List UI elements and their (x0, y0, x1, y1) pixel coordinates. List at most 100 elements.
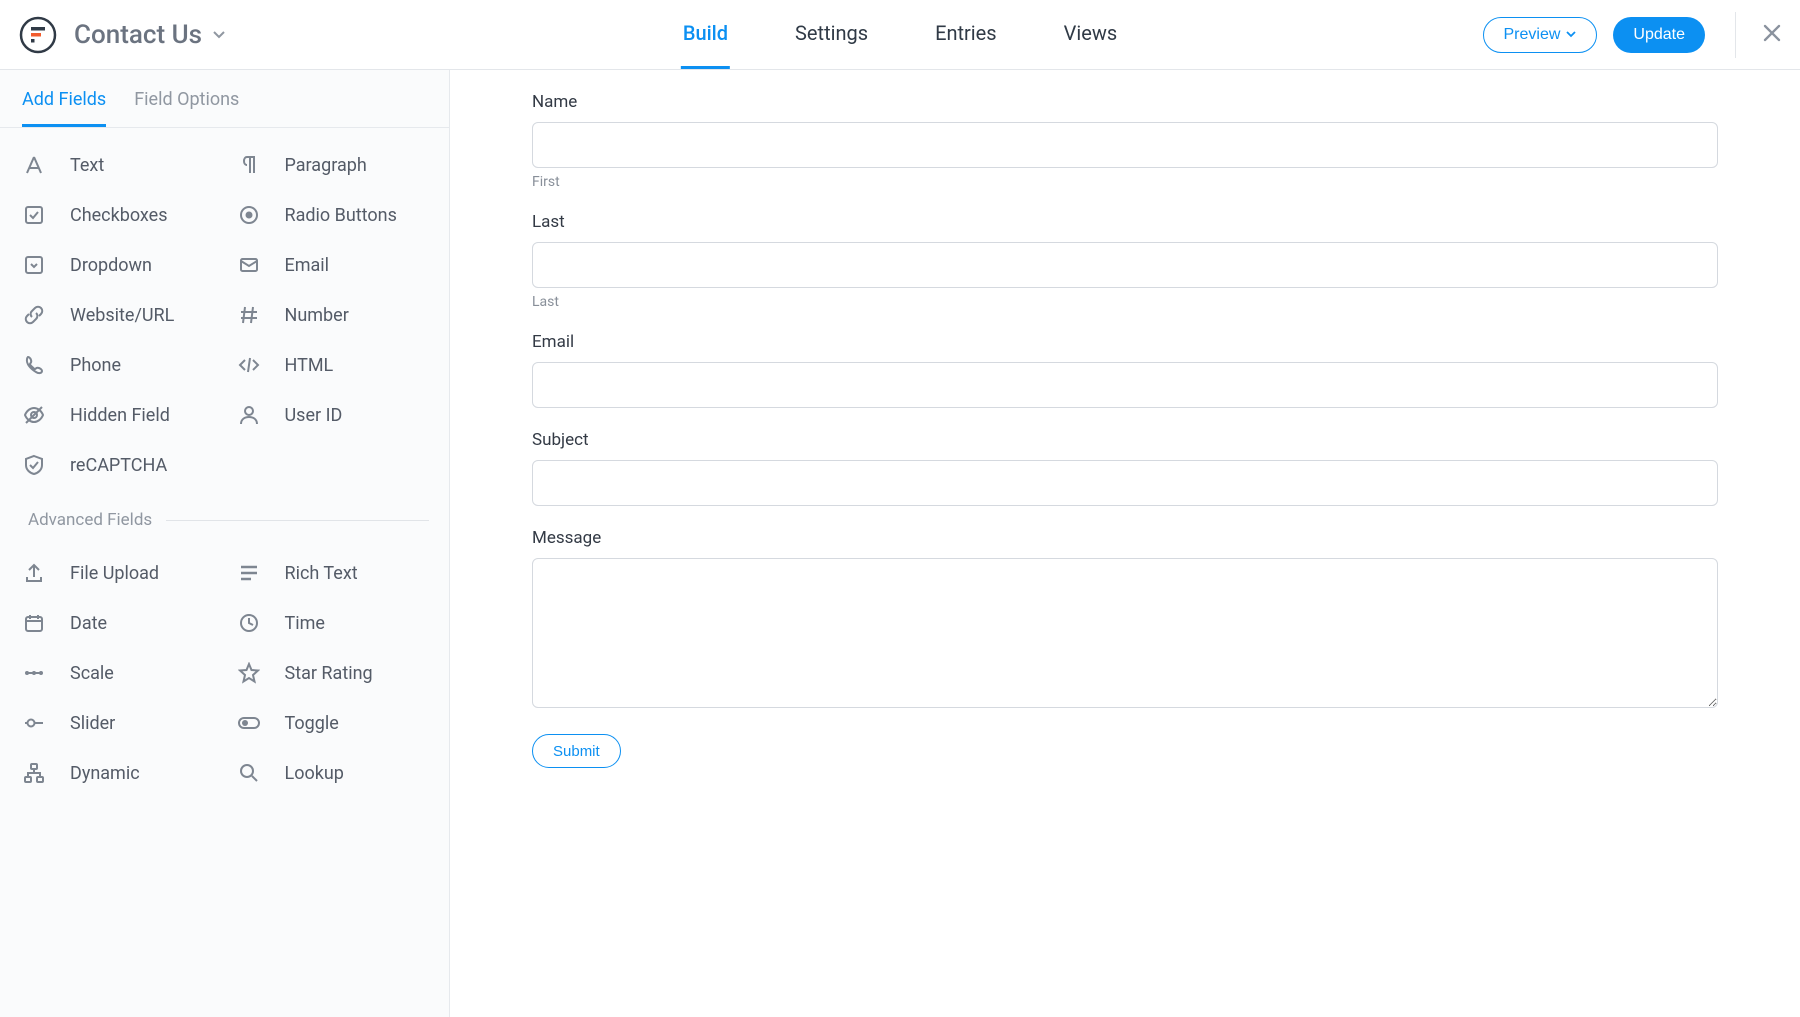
field-type-checkboxes[interactable]: Checkboxes (10, 190, 225, 240)
field-type-label: Hidden Field (70, 405, 170, 426)
field-type-email[interactable]: Email (225, 240, 440, 290)
field-type-label: Scale (70, 663, 114, 684)
code-icon (235, 354, 263, 376)
form-field-subject[interactable]: Subject (532, 430, 1718, 506)
form-field-email[interactable]: Email (532, 332, 1718, 408)
field-type-label: Toggle (285, 713, 339, 734)
section-label: Advanced Fields (28, 510, 152, 530)
sidebar-tab-field-options[interactable]: Field Options (134, 89, 239, 127)
field-type-lookup[interactable]: Lookup (225, 748, 440, 798)
field-type-label: Paragraph (285, 155, 367, 176)
app-header: Contact Us Build Settings Entries Views … (0, 0, 1800, 70)
form-title: Contact Us (74, 20, 202, 50)
field-type-label: Lookup (285, 763, 344, 784)
field-type-scale[interactable]: Scale (10, 648, 225, 698)
form-field-message[interactable]: Message (532, 528, 1718, 712)
caret-down-icon (1566, 26, 1576, 44)
tab-views[interactable]: Views (1062, 0, 1120, 69)
field-type-html[interactable]: HTML (225, 340, 440, 390)
field-type-label: Dynamic (70, 763, 140, 784)
field-type-hidden[interactable]: Hidden Field (10, 390, 225, 440)
field-label: Last (532, 212, 1718, 232)
app-logo (18, 15, 58, 55)
subject-input[interactable] (532, 460, 1718, 506)
slider-icon (20, 712, 48, 734)
link-icon (20, 304, 48, 326)
field-type-label: Dropdown (70, 255, 152, 276)
field-type-label: User ID (285, 405, 343, 426)
section-advanced-fields: Advanced Fields (10, 490, 439, 548)
sidebar-tab-add-fields[interactable]: Add Fields (22, 89, 106, 127)
email-icon (235, 254, 263, 276)
close-button[interactable] (1762, 23, 1782, 47)
dynamic-icon (20, 762, 48, 784)
main-tabs: Build Settings Entries Views (681, 0, 1119, 69)
field-type-label: Phone (70, 355, 121, 376)
upload-icon (20, 562, 48, 584)
field-type-recaptcha[interactable]: reCAPTCHA (10, 440, 225, 490)
phone-icon (20, 354, 48, 376)
field-type-label: Rich Text (285, 563, 358, 584)
field-type-paragraph[interactable]: Paragraph (225, 140, 440, 190)
email-input[interactable] (532, 362, 1718, 408)
eye-off-icon (20, 404, 48, 426)
field-type-star-rating[interactable]: Star Rating (225, 648, 440, 698)
field-type-dynamic[interactable]: Dynamic (10, 748, 225, 798)
search-icon (235, 762, 263, 784)
rich-text-icon (235, 562, 263, 584)
sidebar: Add Fields Field Options Text Paragraph (0, 70, 450, 1017)
field-type-userid[interactable]: User ID (225, 390, 440, 440)
field-type-number[interactable]: Number (225, 290, 440, 340)
sidebar-tabs: Add Fields Field Options (0, 70, 449, 128)
field-type-rich-text[interactable]: Rich Text (225, 548, 440, 598)
calendar-icon (20, 612, 48, 634)
message-textarea[interactable] (532, 558, 1718, 708)
close-icon (1762, 23, 1782, 43)
tab-settings[interactable]: Settings (793, 0, 870, 69)
tab-entries[interactable]: Entries (933, 0, 999, 69)
field-label: Name (532, 92, 1718, 112)
dropdown-icon (20, 254, 48, 276)
name-last-input[interactable] (532, 242, 1718, 288)
field-type-label: Radio Buttons (285, 205, 397, 226)
field-type-phone[interactable]: Phone (10, 340, 225, 390)
update-button[interactable]: Update (1613, 17, 1705, 53)
field-type-label: Date (70, 613, 107, 634)
field-type-label: Text (70, 155, 104, 176)
field-type-toggle[interactable]: Toggle (225, 698, 440, 748)
field-type-time[interactable]: Time (225, 598, 440, 648)
field-type-dropdown[interactable]: Dropdown (10, 240, 225, 290)
caret-down-icon (212, 30, 226, 40)
shield-check-icon (20, 454, 48, 476)
preview-button-label: Preview (1504, 26, 1561, 44)
field-type-label: Checkboxes (70, 205, 168, 226)
field-type-text[interactable]: Text (10, 140, 225, 190)
field-type-radio[interactable]: Radio Buttons (225, 190, 440, 240)
field-type-slider[interactable]: Slider (10, 698, 225, 748)
text-icon (20, 154, 48, 176)
field-sublabel: Last (532, 294, 1718, 310)
divider (166, 520, 429, 521)
tab-build[interactable]: Build (681, 0, 730, 69)
field-type-label: File Upload (70, 563, 159, 584)
form-field-name[interactable]: Name First (532, 92, 1718, 190)
toggle-icon (235, 712, 263, 734)
preview-button[interactable]: Preview (1483, 17, 1598, 53)
hash-icon (235, 304, 263, 326)
clock-icon (235, 612, 263, 634)
star-icon (235, 662, 263, 684)
field-label: Message (532, 528, 1718, 548)
form-field-last[interactable]: Last Last (532, 212, 1718, 310)
form-title-dropdown[interactable]: Contact Us (74, 20, 226, 50)
field-type-label: Star Rating (285, 663, 373, 684)
field-type-website[interactable]: Website/URL (10, 290, 225, 340)
name-first-input[interactable] (532, 122, 1718, 168)
field-type-label: Slider (70, 713, 115, 734)
paragraph-icon (235, 154, 263, 176)
divider (1735, 12, 1736, 58)
field-type-label: Time (285, 613, 325, 634)
field-type-file-upload[interactable]: File Upload (10, 548, 225, 598)
field-type-date[interactable]: Date (10, 598, 225, 648)
submit-button[interactable]: Submit (532, 734, 621, 768)
scale-icon (20, 662, 48, 684)
